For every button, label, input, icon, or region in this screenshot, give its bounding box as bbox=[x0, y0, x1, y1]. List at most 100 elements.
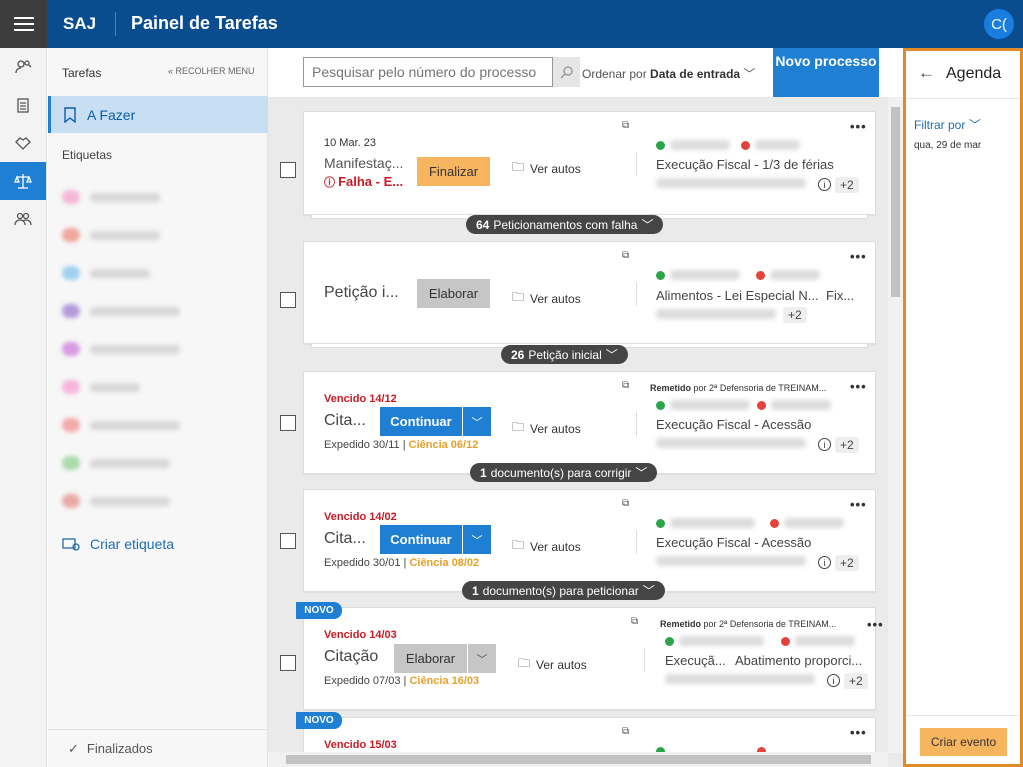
label-item[interactable] bbox=[62, 190, 160, 204]
user-avatar[interactable]: C( bbox=[984, 9, 1014, 39]
group-expand-initial[interactable]: 26 Petição inicial ﹀ bbox=[501, 345, 628, 364]
scrollbar-thumb[interactable] bbox=[286, 755, 871, 764]
label-item[interactable] bbox=[62, 266, 150, 280]
task-card[interactable]: Vencido 15/03 ⧉ ••• bbox=[303, 717, 876, 757]
document-add-icon[interactable]: ⧉ bbox=[622, 380, 629, 391]
redacted-plaintiff bbox=[670, 400, 750, 410]
view-records-label: Ver autos bbox=[530, 161, 581, 176]
check-icon: ✓ bbox=[68, 740, 79, 756]
group-count: 1 bbox=[472, 583, 479, 598]
group-expand-correct[interactable]: 1 documento(s) para corrigir ﹀ bbox=[470, 463, 658, 482]
continue-button[interactable]: Continuar bbox=[380, 407, 462, 436]
view-records-label: Ver autos bbox=[530, 421, 581, 436]
brand-logo[interactable]: SAJ bbox=[63, 14, 96, 34]
group-expand-file[interactable]: 1 documento(s) para peticionar ﹀ bbox=[462, 581, 665, 600]
document-add-icon[interactable]: ⧉ bbox=[622, 498, 629, 509]
view-records-link[interactable]: 🗀 Ver autos bbox=[512, 158, 581, 179]
task-checkbox[interactable] bbox=[280, 415, 296, 431]
more-options-icon[interactable]: ••• bbox=[850, 119, 867, 134]
label-item[interactable] bbox=[62, 456, 170, 470]
task-checkbox[interactable] bbox=[280, 162, 296, 178]
sidebar-item-a-fazer[interactable]: A Fazer bbox=[48, 96, 268, 133]
back-arrow-icon[interactable]: ← bbox=[918, 63, 935, 83]
label-item[interactable] bbox=[62, 228, 160, 242]
more-options-icon[interactable]: ••• bbox=[850, 497, 867, 512]
view-records-link[interactable]: 🗀 Ver autos bbox=[512, 418, 581, 439]
filter-dropdown[interactable]: Filtrar por ﹀ bbox=[914, 116, 981, 133]
clipboard-icon[interactable] bbox=[0, 86, 46, 124]
scales-icon[interactable] bbox=[0, 162, 46, 200]
document-add-icon[interactable]: ⧉ bbox=[622, 250, 629, 261]
finalize-button[interactable]: Finalizar bbox=[417, 157, 490, 186]
view-records-link[interactable]: 🗀 Ver autos bbox=[512, 288, 581, 309]
more-options-icon[interactable]: ••• bbox=[850, 249, 867, 264]
label-item[interactable] bbox=[62, 304, 180, 318]
create-event-button[interactable]: Criar evento bbox=[920, 728, 1007, 756]
view-records-link[interactable]: 🗀 Ver autos bbox=[518, 654, 587, 675]
more-parties-badge[interactable]: +2 bbox=[835, 555, 859, 571]
info-icon[interactable]: i bbox=[818, 178, 831, 191]
task-title: Petição i... bbox=[324, 284, 399, 301]
draft-dropdown-icon[interactable]: ﹀ bbox=[467, 644, 496, 673]
plaintiff-dot-icon bbox=[656, 401, 665, 410]
task-error-status: ⓘ Falha - E... bbox=[324, 174, 404, 189]
vertical-scrollbar[interactable] bbox=[888, 97, 903, 753]
task-card[interactable]: 10 Mar. 23 Manifestaç... ⓘ Falha - E... … bbox=[303, 111, 876, 215]
finished-tasks-button[interactable]: ✓ Finalizados bbox=[48, 729, 268, 767]
task-card[interactable]: Vencido 14/02 Cita... Continuar ﹀ Expedi… bbox=[303, 489, 876, 592]
info-icon[interactable]: i bbox=[827, 674, 840, 687]
sidebar: Tarefas « RECOLHER MENU A Fazer Etiqueta… bbox=[48, 48, 268, 767]
task-title: Citação bbox=[324, 648, 379, 665]
info-icon[interactable]: i bbox=[818, 438, 831, 451]
search-input[interactable] bbox=[303, 57, 553, 87]
more-parties-badge[interactable]: +2 bbox=[835, 437, 859, 453]
task-card[interactable]: Vencido 14/03 Citação Elaborar ﹀ Expedid… bbox=[303, 607, 883, 710]
new-process-button[interactable]: Novo processo bbox=[773, 48, 879, 97]
more-options-icon[interactable]: ••• bbox=[850, 379, 867, 394]
redacted-plaintiff bbox=[670, 518, 755, 528]
info-icon[interactable]: i bbox=[818, 556, 831, 569]
tag-add-icon bbox=[62, 538, 80, 551]
user-search-icon[interactable] bbox=[0, 48, 46, 86]
task-checkbox[interactable] bbox=[280, 533, 296, 549]
draft-button[interactable]: Elaborar bbox=[417, 279, 490, 308]
continue-button[interactable]: Continuar bbox=[380, 525, 462, 554]
handshake-icon[interactable] bbox=[0, 124, 46, 162]
task-checkbox[interactable] bbox=[280, 292, 296, 308]
sort-prefix: Ordenar por bbox=[582, 67, 647, 81]
label-item[interactable] bbox=[62, 418, 180, 432]
document-add-icon[interactable]: ⧉ bbox=[631, 616, 638, 627]
team-icon[interactable] bbox=[0, 200, 46, 238]
scrollbar-thumb[interactable] bbox=[891, 107, 900, 297]
search-icon[interactable] bbox=[553, 57, 580, 87]
process-class: Execução Fiscal - Acessão bbox=[656, 535, 812, 550]
hamburger-menu-icon[interactable] bbox=[0, 0, 47, 48]
sort-dropdown[interactable]: Ordenar por Data de entrada ﹀ bbox=[582, 65, 755, 82]
task-card[interactable]: Petição i... Elaborar 🗀 Ver autos ⧉ ••• A… bbox=[303, 241, 876, 344]
continue-dropdown-icon[interactable]: ﹀ bbox=[462, 525, 491, 554]
more-parties-badge[interactable]: +2 bbox=[835, 177, 859, 193]
more-options-icon[interactable]: ••• bbox=[867, 617, 884, 632]
create-label-button[interactable]: Criar etiqueta bbox=[62, 536, 174, 552]
task-card[interactable]: Vencido 14/12 Cita... Continuar ﹀ Expedi… bbox=[303, 371, 876, 474]
collapse-menu-button[interactable]: « RECOLHER MENU bbox=[168, 66, 255, 76]
more-parties-badge[interactable]: +2 bbox=[844, 673, 868, 689]
nav-rail bbox=[0, 48, 47, 767]
draft-button[interactable]: Elaborar bbox=[394, 644, 467, 673]
more-options-icon[interactable]: ••• bbox=[850, 725, 867, 740]
continue-dropdown-icon[interactable]: ﹀ bbox=[462, 407, 491, 436]
horizontal-scrollbar[interactable] bbox=[268, 752, 888, 767]
redacted-defendant bbox=[795, 636, 855, 646]
task-checkbox[interactable] bbox=[280, 655, 296, 671]
label-item[interactable] bbox=[62, 342, 180, 356]
document-add-icon[interactable]: ⧉ bbox=[622, 726, 629, 737]
group-expand-failed[interactable]: 64 Peticionamentos com falha ﹀ bbox=[466, 215, 664, 234]
group-count: 1 bbox=[480, 465, 487, 480]
document-add-icon[interactable]: ⧉ bbox=[622, 120, 629, 131]
more-parties-badge[interactable]: +2 bbox=[783, 307, 807, 323]
new-process-label: Novo processo bbox=[775, 53, 877, 69]
label-item[interactable] bbox=[62, 494, 170, 508]
view-records-link[interactable]: 🗀 Ver autos bbox=[512, 536, 581, 557]
notice-date: Ciência 16/03 bbox=[409, 675, 480, 687]
label-item[interactable] bbox=[62, 380, 140, 394]
